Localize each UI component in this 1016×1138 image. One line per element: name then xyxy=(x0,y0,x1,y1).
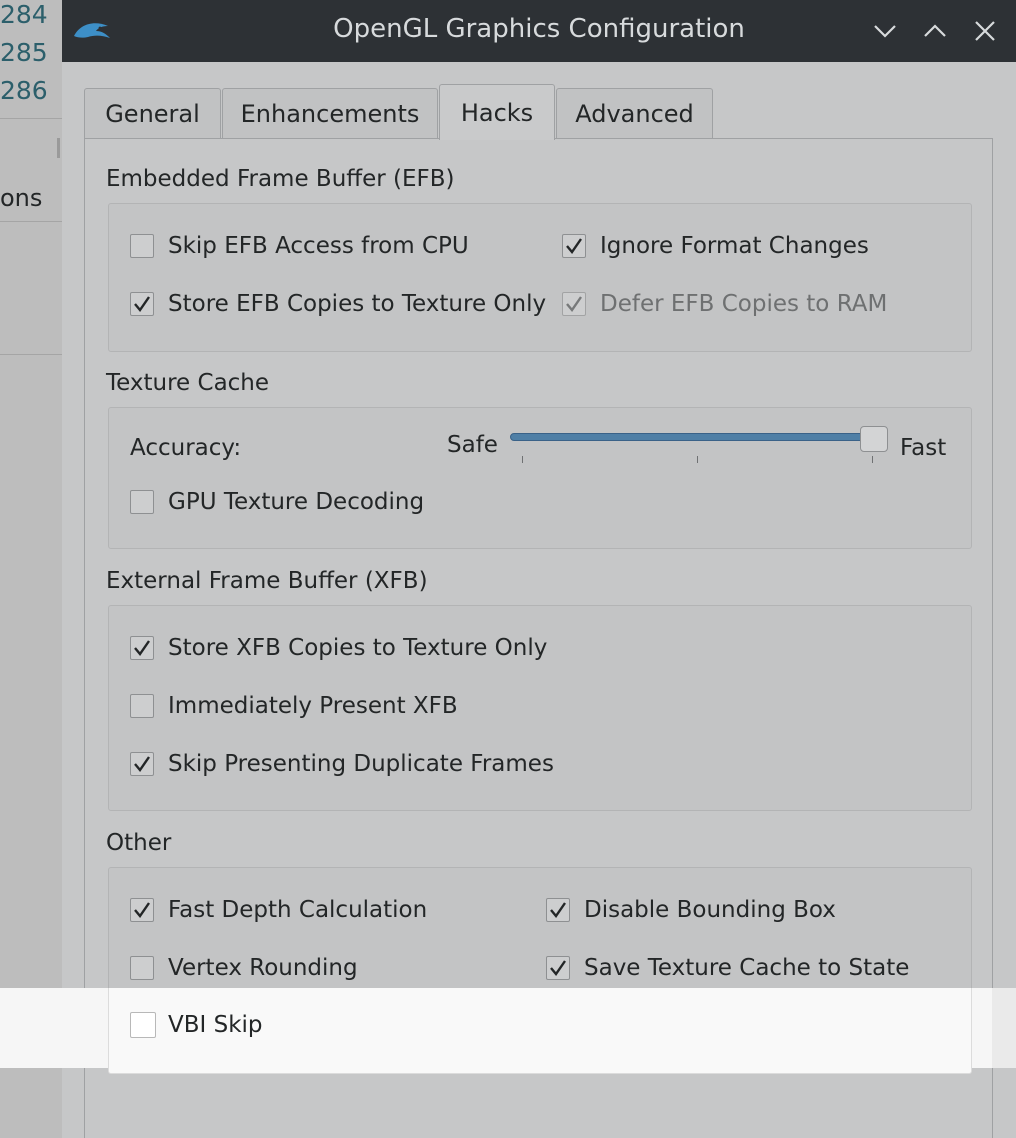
divider xyxy=(57,138,60,158)
efb-group xyxy=(108,203,972,352)
checkbox-label: VBI Skip xyxy=(168,1012,263,1038)
checkbox-box xyxy=(130,694,154,718)
slider-tick xyxy=(697,456,698,463)
tab-general[interactable]: General xyxy=(84,88,221,138)
divider xyxy=(0,354,62,355)
checkbox-box xyxy=(562,234,586,258)
checkbox-label: Store XFB Copies to Texture Only xyxy=(168,635,548,661)
disable-bounding-box-checkbox[interactable]: Disable Bounding Box xyxy=(546,897,836,923)
checkmark-icon xyxy=(550,960,566,976)
fast-label: Fast xyxy=(900,435,947,461)
checkmark-icon xyxy=(134,902,150,918)
partial-text: ons xyxy=(0,184,43,212)
store-efb-copies-checkbox[interactable]: Store EFB Copies to Texture Only xyxy=(130,291,546,317)
line-number: 286 xyxy=(0,76,48,105)
accuracy-slider-handle[interactable] xyxy=(860,426,888,452)
ignore-format-changes-checkbox[interactable]: Ignore Format Changes xyxy=(562,233,869,259)
checkbox-box xyxy=(546,898,570,922)
divider xyxy=(0,118,62,119)
fast-depth-checkbox[interactable]: Fast Depth Calculation xyxy=(130,897,427,923)
maximize-button[interactable] xyxy=(920,16,950,46)
defer-efb-copies-checkbox: Defer EFB Copies to RAM xyxy=(562,291,887,317)
xfb-section-title: External Frame Buffer (XFB) xyxy=(106,568,428,594)
checkbox-label: Skip EFB Access from CPU xyxy=(168,233,469,259)
safe-label: Safe xyxy=(447,432,498,458)
vertex-rounding-checkbox[interactable]: Vertex Rounding xyxy=(130,955,358,981)
minimize-button[interactable] xyxy=(870,16,900,46)
texture-cache-group xyxy=(108,407,972,549)
store-xfb-copies-checkbox[interactable]: Store XFB Copies to Texture Only xyxy=(130,635,547,661)
other-section-title: Other xyxy=(106,830,172,856)
checkbox-label: Save Texture Cache to State xyxy=(584,955,910,981)
checkbox-label: Defer EFB Copies to RAM xyxy=(600,291,888,317)
checkmark-icon xyxy=(134,756,150,772)
checkbox-box xyxy=(546,956,570,980)
line-number: 284 xyxy=(0,0,48,29)
checkbox-label: Ignore Format Changes xyxy=(600,233,869,259)
vbi-skip-checkbox[interactable]: VBI Skip xyxy=(130,1012,263,1038)
tab-enhancements[interactable]: Enhancements xyxy=(222,88,438,138)
checkbox-box xyxy=(130,490,154,514)
accuracy-slider-track[interactable] xyxy=(510,433,882,441)
checkbox-box xyxy=(130,898,154,922)
title-bar[interactable]: OpenGL Graphics Configuration xyxy=(62,0,1016,62)
accuracy-label: Accuracy: xyxy=(130,435,242,461)
checkmark-icon xyxy=(134,296,150,312)
gpu-texture-decoding-checkbox[interactable]: GPU Texture Decoding xyxy=(130,489,424,515)
checkbox-box xyxy=(130,234,154,258)
maximize-icon xyxy=(924,24,946,37)
highlight-edge xyxy=(992,988,1016,1068)
checkmark-icon xyxy=(550,902,566,918)
checkmark-icon xyxy=(566,238,582,254)
checkbox-label: Store EFB Copies to Texture Only xyxy=(168,291,547,317)
skip-efb-access-checkbox[interactable]: Skip EFB Access from CPU xyxy=(130,233,469,259)
checkbox-box xyxy=(130,292,154,316)
checkmark-icon xyxy=(566,296,582,312)
texture-cache-section-title: Texture Cache xyxy=(106,370,270,396)
minimize-icon xyxy=(874,25,896,38)
background-window: 284 285 286 ons xyxy=(0,0,62,1138)
slider-tick xyxy=(522,456,523,463)
checkbox-label: Vertex Rounding xyxy=(168,955,358,981)
checkbox-label: GPU Texture Decoding xyxy=(168,489,425,515)
divider xyxy=(0,221,62,222)
checkmark-icon xyxy=(134,640,150,656)
line-number: 285 xyxy=(0,38,48,67)
checkbox-box xyxy=(130,636,154,660)
checkbox-label: Fast Depth Calculation xyxy=(168,897,428,923)
slider-tick xyxy=(872,456,873,463)
tab-advanced[interactable]: Advanced xyxy=(556,88,713,138)
close-button[interactable] xyxy=(970,16,1000,46)
save-texture-cache-checkbox[interactable]: Save Texture Cache to State xyxy=(546,955,909,981)
tab-hacks[interactable]: Hacks xyxy=(439,84,555,140)
efb-section-title: Embedded Frame Buffer (EFB) xyxy=(106,166,455,192)
immediately-present-xfb-checkbox[interactable]: Immediately Present XFB xyxy=(130,693,458,719)
checkbox-label: Immediately Present XFB xyxy=(168,693,458,719)
checkbox-box xyxy=(130,956,154,980)
checkbox-box xyxy=(562,292,586,316)
skip-duplicate-frames-checkbox[interactable]: Skip Presenting Duplicate Frames xyxy=(130,751,554,777)
checkbox-label: Skip Presenting Duplicate Frames xyxy=(168,751,554,777)
checkbox-box xyxy=(130,1012,156,1038)
close-icon xyxy=(975,21,995,41)
checkbox-label: Disable Bounding Box xyxy=(584,897,836,923)
checkbox-box xyxy=(130,752,154,776)
